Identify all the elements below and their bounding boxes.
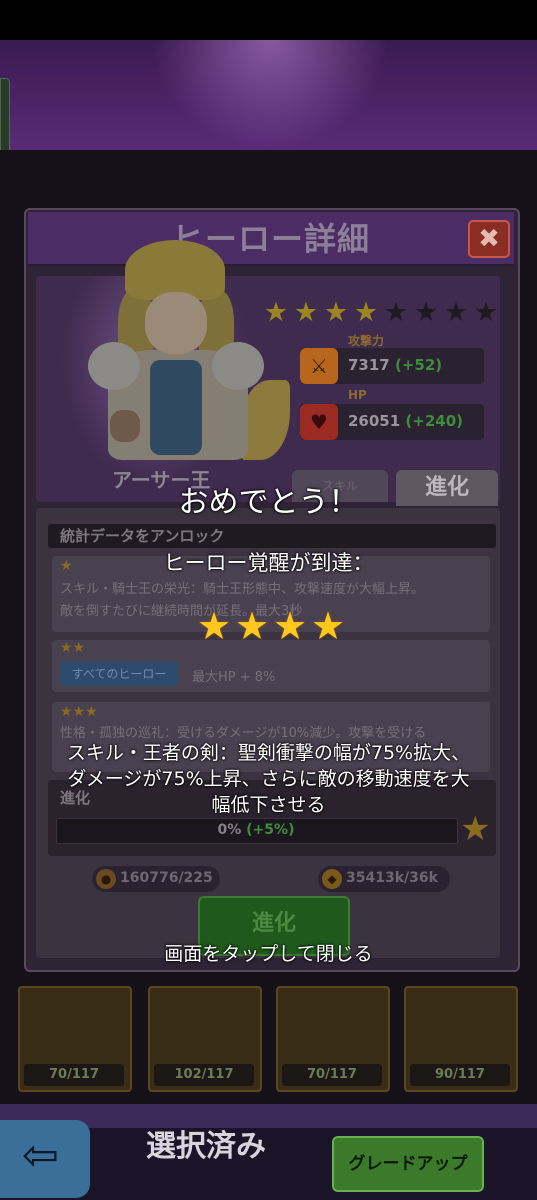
- card-text-line1: 性格・孤独の巡礼：受けるダメージが10%減少。攻撃を受ける: [60, 726, 427, 741]
- hero-armor-chest: [150, 360, 202, 455]
- back-arrow-icon: ⇦: [22, 1130, 59, 1181]
- card-text-line1: スキル・騎士王の栄光：騎士王形態中、攻撃速度が大幅上昇。: [60, 582, 425, 597]
- hero-face: [145, 292, 207, 354]
- close-button[interactable]: ✖: [468, 220, 510, 258]
- attack-value: 7317 (+52): [348, 356, 443, 374]
- awaken-star-icon: ★: [196, 604, 232, 648]
- awaken-text: ヒーロー覚醒が到達：: [163, 551, 374, 575]
- top-spotlight: [150, 40, 390, 150]
- awaken-stars: ★ ★ ★ ★: [196, 604, 346, 648]
- star-filled-icon: ★: [353, 297, 379, 328]
- awaken-star-icon: ★: [234, 604, 270, 648]
- congrats-text: おめでとう！: [178, 485, 359, 520]
- gem-icon: ◆: [322, 869, 342, 889]
- hero-card[interactable]: 102/117: [148, 986, 262, 1092]
- all-heroes-badge: すべてのヒーロー: [60, 662, 178, 686]
- star-empty-icon: ★: [443, 297, 469, 328]
- card-text-line1: 最大HP + 8%: [192, 670, 276, 685]
- skill-line-2: ダメージが75%上昇、さらに敵の移動速度を大: [67, 768, 470, 790]
- grade-up-button[interactable]: グレードアップ: [332, 1136, 484, 1192]
- skill-line-3: 幅低下させる: [211, 794, 326, 816]
- attack-label: 攻撃力: [348, 334, 385, 348]
- hero-card[interactable]: 90/117: [404, 986, 518, 1092]
- star-empty-icon: ★: [383, 297, 409, 328]
- selected-label: 選択済み: [146, 1129, 266, 1164]
- resource-gems: ◆ 35413k/36k: [318, 866, 450, 892]
- hero-shoulder-left: [88, 342, 140, 390]
- hero-card-progress: 70/117: [24, 1064, 124, 1086]
- resource-coins-text: 160776/225: [120, 870, 213, 886]
- awaken-star-icon: ★: [310, 604, 346, 648]
- hp-stat: ♥ HP 26051 (+240): [300, 388, 484, 440]
- hero-card[interactable]: 70/117: [276, 986, 390, 1092]
- hero-card-progress: 70/117: [282, 1064, 382, 1086]
- star-filled-icon: ★: [263, 297, 289, 328]
- hp-label: HP: [348, 388, 367, 402]
- tap-to-close-text[interactable]: 画面をタップして閉じる: [0, 942, 537, 966]
- hp-value: 26051 (+240): [348, 412, 464, 430]
- resource-coins: ● 160776/225: [92, 866, 220, 892]
- hero-crown: [125, 240, 225, 300]
- coin-icon: ●: [96, 869, 116, 889]
- star-empty-icon: ★: [413, 297, 439, 328]
- unlock-title: 統計データをアンロック: [60, 527, 225, 545]
- star-filled-icon: ★: [293, 297, 319, 328]
- star-empty-icon: ★: [473, 297, 499, 328]
- card-stars: ★★★: [60, 704, 98, 720]
- hero-card-progress: 102/117: [154, 1064, 254, 1086]
- card-stars: ★★: [60, 640, 86, 656]
- hero-card-progress: 90/117: [410, 1064, 510, 1086]
- hero-star-rating: ★ ★ ★ ★ ★ ★ ★ ★: [262, 297, 500, 328]
- attack-stat: ⚔ 攻撃力 7317 (+52): [300, 334, 484, 384]
- hero-card[interactable]: 70/117: [18, 986, 132, 1092]
- hero-shoulder-right: [212, 342, 264, 390]
- awaken-star-icon: ★: [272, 604, 308, 648]
- awaken-skill-text[interactable]: スキル・王者の剣：聖剣衝撃の幅が75%拡大、 ダメージが75%上昇、さらに敵の移…: [0, 740, 537, 818]
- evolve-progress-text: 0% (+5%): [217, 822, 295, 838]
- hero-fist: [110, 410, 140, 442]
- dialog-title: ヒーロー詳細: [171, 220, 370, 258]
- resource-gems-text: 35413k/36k: [346, 870, 438, 886]
- heart-icon: ♥: [300, 404, 338, 440]
- star-filled-icon: ★: [323, 297, 349, 328]
- sword-icon: ⚔: [300, 348, 338, 384]
- skill-line-1: スキル・王者の剣：聖剣衝撃の幅が75%拡大、: [66, 742, 471, 764]
